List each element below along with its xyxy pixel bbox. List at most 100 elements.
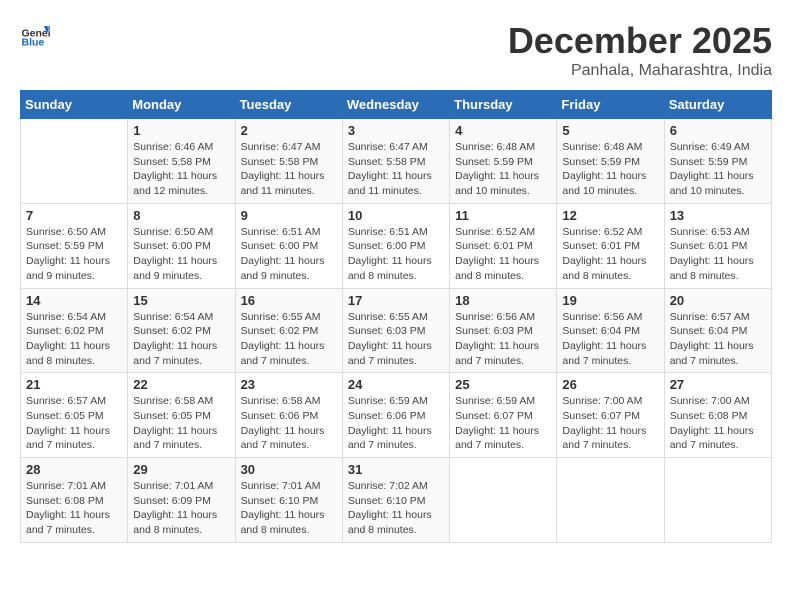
day-number: 12 — [562, 208, 658, 223]
day-info: Sunrise: 6:59 AM Sunset: 6:06 PM Dayligh… — [348, 394, 444, 453]
day-info: Sunrise: 6:57 AM Sunset: 6:05 PM Dayligh… — [26, 394, 122, 453]
calendar-cell: 23 Sunrise: 6:58 AM Sunset: 6:06 PM Dayli… — [235, 373, 342, 458]
calendar-cell — [450, 458, 557, 543]
week-row-5: 28Sunrise: 7:01 AM Sunset: 6:08 PM Dayli… — [21, 458, 772, 543]
calendar-cell: 4 Sunrise: 6:48 AM Sunset: 5:59 PM Daylig… — [450, 119, 557, 204]
calendar-cell: 17 Sunrise: 6:55 AM Sunset: 6:03 PM Dayli… — [342, 288, 449, 373]
day-number: 31 — [348, 462, 444, 477]
day-number: 16 — [241, 293, 337, 308]
calendar-cell: 2 Sunrise: 6:47 AM Sunset: 5:58 PM Daylig… — [235, 119, 342, 204]
day-info: Sunrise: 6:53 AM Sunset: 6:01 PM Dayligh… — [670, 225, 766, 284]
calendar-cell: 6Sunrise: 6:49 AM Sunset: 5:59 PM Daylig… — [664, 119, 771, 204]
day-number: 24 — [348, 377, 444, 392]
col-header-thursday: Thursday — [450, 91, 557, 119]
calendar-cell: 13 Sunrise: 6:53 AM Sunset: 6:01 PM Dayli… — [664, 203, 771, 288]
week-row-2: 7 Sunrise: 6:50 AM Sunset: 5:59 PM Daylig… — [21, 203, 772, 288]
day-number: 29 — [133, 462, 229, 477]
calendar-cell: 28Sunrise: 7:01 AM Sunset: 6:08 PM Dayli… — [21, 458, 128, 543]
col-header-friday: Friday — [557, 91, 664, 119]
day-number: 1 — [133, 123, 229, 138]
day-info: Sunrise: 6:51 AM Sunset: 6:00 PM Dayligh… — [241, 225, 337, 284]
day-info: Sunrise: 6:47 AM Sunset: 5:58 PM Dayligh… — [348, 140, 444, 199]
day-info: Sunrise: 6:47 AM Sunset: 5:58 PM Dayligh… — [241, 140, 337, 199]
day-info: Sunrise: 6:57 AM Sunset: 6:04 PM Dayligh… — [670, 310, 766, 369]
title-area: December 2025 Panhala, Maharashtra, Indi… — [508, 20, 772, 80]
day-number: 8 — [133, 208, 229, 223]
day-number: 21 — [26, 377, 122, 392]
col-header-monday: Monday — [128, 91, 235, 119]
day-info: Sunrise: 6:59 AM Sunset: 6:07 PM Dayligh… — [455, 394, 551, 453]
day-number: 7 — [26, 208, 122, 223]
day-number: 25 — [455, 377, 551, 392]
day-info: Sunrise: 6:54 AM Sunset: 6:02 PM Dayligh… — [26, 310, 122, 369]
calendar-cell: 10 Sunrise: 6:51 AM Sunset: 6:00 PM Dayli… — [342, 203, 449, 288]
day-number: 4 — [455, 123, 551, 138]
calendar-cell: 9 Sunrise: 6:51 AM Sunset: 6:00 PM Daylig… — [235, 203, 342, 288]
calendar-cell: 3 Sunrise: 6:47 AM Sunset: 5:58 PM Daylig… — [342, 119, 449, 204]
week-row-4: 21 Sunrise: 6:57 AM Sunset: 6:05 PM Dayli… — [21, 373, 772, 458]
day-info: Sunrise: 6:51 AM Sunset: 6:00 PM Dayligh… — [348, 225, 444, 284]
day-number: 30 — [241, 462, 337, 477]
day-info: Sunrise: 6:50 AM Sunset: 5:59 PM Dayligh… — [26, 225, 122, 284]
day-number: 19 — [562, 293, 658, 308]
day-info: Sunrise: 7:00 AM Sunset: 6:07 PM Dayligh… — [562, 394, 658, 453]
day-info: Sunrise: 6:58 AM Sunset: 6:06 PM Dayligh… — [241, 394, 337, 453]
day-info: Sunrise: 6:48 AM Sunset: 5:59 PM Dayligh… — [562, 140, 658, 199]
calendar-cell: 29 Sunrise: 7:01 AM Sunset: 6:09 PM Dayli… — [128, 458, 235, 543]
day-info: Sunrise: 6:54 AM Sunset: 6:02 PM Dayligh… — [133, 310, 229, 369]
day-info: Sunrise: 6:52 AM Sunset: 6:01 PM Dayligh… — [455, 225, 551, 284]
page-header: General Blue December 2025 Panhala, Maha… — [20, 20, 772, 80]
calendar-cell: 14 Sunrise: 6:54 AM Sunset: 6:02 PM Dayli… — [21, 288, 128, 373]
day-number: 10 — [348, 208, 444, 223]
day-info: Sunrise: 6:46 AM Sunset: 5:58 PM Dayligh… — [133, 140, 229, 199]
calendar-cell: 24 Sunrise: 6:59 AM Sunset: 6:06 PM Dayli… — [342, 373, 449, 458]
calendar-cell: 22Sunrise: 6:58 AM Sunset: 6:05 PM Dayli… — [128, 373, 235, 458]
day-number: 23 — [241, 377, 337, 392]
calendar-cell: 25 Sunrise: 6:59 AM Sunset: 6:07 PM Dayli… — [450, 373, 557, 458]
day-info: Sunrise: 6:50 AM Sunset: 6:00 PM Dayligh… — [133, 225, 229, 284]
week-row-1: 1 Sunrise: 6:46 AM Sunset: 5:58 PM Daylig… — [21, 119, 772, 204]
day-number: 6 — [670, 123, 766, 138]
calendar-cell — [664, 458, 771, 543]
day-number: 17 — [348, 293, 444, 308]
calendar-cell: 7 Sunrise: 6:50 AM Sunset: 5:59 PM Daylig… — [21, 203, 128, 288]
day-number: 15 — [133, 293, 229, 308]
calendar-cell: 8 Sunrise: 6:50 AM Sunset: 6:00 PM Daylig… — [128, 203, 235, 288]
day-number: 13 — [670, 208, 766, 223]
calendar-cell: 16 Sunrise: 6:55 AM Sunset: 6:02 PM Dayli… — [235, 288, 342, 373]
calendar-cell: 1 Sunrise: 6:46 AM Sunset: 5:58 PM Daylig… — [128, 119, 235, 204]
calendar-cell: 30Sunrise: 7:01 AM Sunset: 6:10 PM Dayli… — [235, 458, 342, 543]
month-year: December 2025 — [508, 20, 772, 62]
calendar-cell: 19 Sunrise: 6:56 AM Sunset: 6:04 PM Dayli… — [557, 288, 664, 373]
day-info: Sunrise: 7:01 AM Sunset: 6:09 PM Dayligh… — [133, 479, 229, 538]
day-number: 18 — [455, 293, 551, 308]
day-number: 2 — [241, 123, 337, 138]
calendar-cell: 21 Sunrise: 6:57 AM Sunset: 6:05 PM Dayli… — [21, 373, 128, 458]
week-row-3: 14 Sunrise: 6:54 AM Sunset: 6:02 PM Dayli… — [21, 288, 772, 373]
svg-text:Blue: Blue — [22, 37, 45, 49]
col-header-sunday: Sunday — [21, 91, 128, 119]
day-number: 3 — [348, 123, 444, 138]
calendar-cell: 5 Sunrise: 6:48 AM Sunset: 5:59 PM Daylig… — [557, 119, 664, 204]
calendar-cell: 31 Sunrise: 7:02 AM Sunset: 6:10 PM Dayli… — [342, 458, 449, 543]
day-info: Sunrise: 6:56 AM Sunset: 6:04 PM Dayligh… — [562, 310, 658, 369]
calendar-cell: 15 Sunrise: 6:54 AM Sunset: 6:02 PM Dayli… — [128, 288, 235, 373]
day-number: 14 — [26, 293, 122, 308]
calendar-cell: 20 Sunrise: 6:57 AM Sunset: 6:04 PM Dayli… — [664, 288, 771, 373]
calendar-cell: 27Sunrise: 7:00 AM Sunset: 6:08 PM Dayli… — [664, 373, 771, 458]
day-info: Sunrise: 6:52 AM Sunset: 6:01 PM Dayligh… — [562, 225, 658, 284]
day-number: 20 — [670, 293, 766, 308]
day-number: 11 — [455, 208, 551, 223]
day-info: Sunrise: 6:55 AM Sunset: 6:02 PM Dayligh… — [241, 310, 337, 369]
day-info: Sunrise: 7:02 AM Sunset: 6:10 PM Dayligh… — [348, 479, 444, 538]
day-number: 26 — [562, 377, 658, 392]
day-info: Sunrise: 6:55 AM Sunset: 6:03 PM Dayligh… — [348, 310, 444, 369]
col-header-saturday: Saturday — [664, 91, 771, 119]
location: Panhala, Maharashtra, India — [508, 62, 772, 80]
calendar-cell — [21, 119, 128, 204]
day-number: 9 — [241, 208, 337, 223]
day-info: Sunrise: 6:48 AM Sunset: 5:59 PM Dayligh… — [455, 140, 551, 199]
day-number: 5 — [562, 123, 658, 138]
logo-icon: General Blue — [20, 20, 50, 50]
calendar-cell: 11 Sunrise: 6:52 AM Sunset: 6:01 PM Dayli… — [450, 203, 557, 288]
